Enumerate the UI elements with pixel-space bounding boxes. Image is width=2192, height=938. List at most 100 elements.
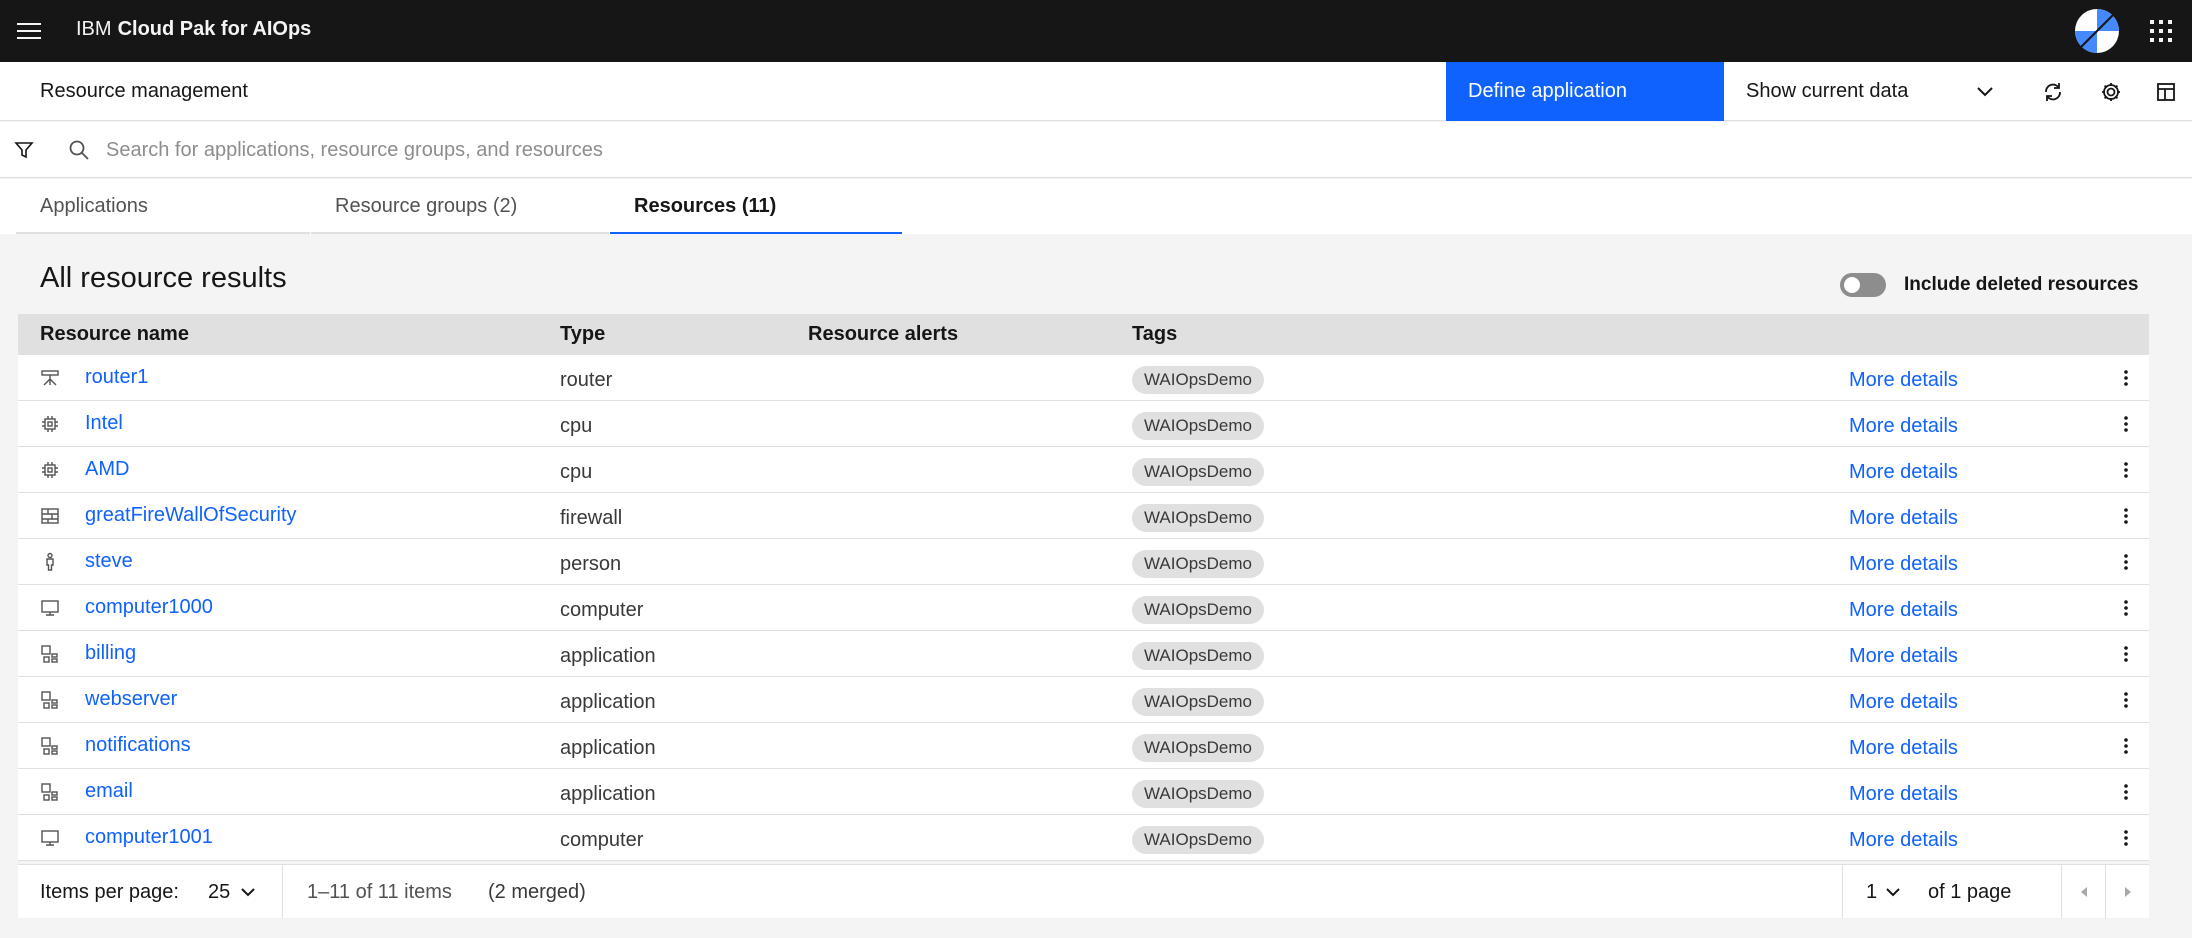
more-details-link[interactable]: More details bbox=[1849, 447, 1958, 497]
tag-chip[interactable]: WAIOpsDemo bbox=[1132, 458, 1265, 486]
layout-button[interactable] bbox=[2140, 62, 2192, 121]
column-header-alerts[interactable]: Resource alerts bbox=[808, 314, 958, 355]
more-details-link[interactable]: More details bbox=[1849, 493, 1958, 543]
overflow-menu-button[interactable] bbox=[2108, 631, 2144, 677]
hamburger-menu-button[interactable] bbox=[0, 0, 58, 62]
tag-chip[interactable]: WAIOpsDemo bbox=[1132, 412, 1265, 440]
overflow-menu-button[interactable] bbox=[2108, 677, 2144, 723]
monitor-icon bbox=[40, 585, 60, 631]
more-details-link[interactable]: More details bbox=[1849, 539, 1958, 589]
more-details-link[interactable]: More details bbox=[1849, 677, 1958, 727]
refresh-icon bbox=[2045, 82, 2061, 101]
resource-name-link[interactable]: computer1001 bbox=[85, 815, 213, 859]
tag-chip[interactable]: WAIOpsDemo bbox=[1132, 366, 1265, 394]
more-details-link[interactable]: More details bbox=[1849, 401, 1958, 451]
overflow-menu-button[interactable] bbox=[2108, 815, 2144, 861]
tag-chip[interactable]: WAIOpsDemo bbox=[1132, 596, 1265, 624]
resource-name-link[interactable]: router1 bbox=[85, 355, 148, 399]
resource-type: computer bbox=[560, 829, 644, 851]
overflow-menu-icon bbox=[2123, 461, 2129, 479]
overflow-menu-button[interactable] bbox=[2108, 539, 2144, 585]
tag-chip[interactable]: WAIOpsDemo bbox=[1132, 688, 1265, 716]
include-deleted-toggle[interactable]: Include deleted resources bbox=[1840, 270, 2138, 300]
items-per-page-select[interactable]: 25 bbox=[208, 865, 256, 919]
resource-name-link[interactable]: greatFireWallOfSecurity bbox=[85, 493, 297, 537]
resource-type: application bbox=[560, 645, 656, 667]
data-view-value: Show current data bbox=[1746, 80, 1909, 102]
items-per-page-value: 25 bbox=[208, 881, 231, 903]
resource-type: person bbox=[560, 553, 622, 575]
table-row: email application WAIOpsDemo More details bbox=[18, 769, 2149, 815]
more-details-link[interactable]: More details bbox=[1849, 769, 1958, 819]
overflow-menu-button[interactable] bbox=[2108, 355, 2144, 401]
tag-chip[interactable]: WAIOpsDemo bbox=[1132, 504, 1265, 532]
tag-chip[interactable]: WAIOpsDemo bbox=[1132, 642, 1265, 670]
tab-resource-groups[interactable]: Resource groups (2) bbox=[311, 179, 609, 234]
overflow-menu-icon bbox=[2123, 691, 2129, 709]
tag-chip[interactable]: WAIOpsDemo bbox=[1132, 550, 1265, 578]
tab-applications[interactable]: Applications bbox=[16, 179, 310, 234]
page-header: Resource management Define application S… bbox=[0, 62, 2192, 121]
refresh-button[interactable] bbox=[2024, 62, 2082, 121]
define-application-button[interactable]: Define application bbox=[1446, 62, 1724, 121]
more-details-link[interactable]: More details bbox=[1849, 815, 1958, 865]
more-details-link[interactable]: More details bbox=[1849, 723, 1958, 773]
resource-name-link[interactable]: Intel bbox=[85, 401, 123, 445]
resource-name-link[interactable]: email bbox=[85, 769, 133, 813]
total-pages: of 1 page bbox=[1928, 881, 2012, 903]
resource-name-link[interactable]: webserver bbox=[85, 677, 177, 721]
column-header-tags[interactable]: Tags bbox=[1132, 314, 1177, 355]
overflow-menu-button[interactable] bbox=[2108, 401, 2144, 447]
resource-name-link[interactable]: billing bbox=[85, 631, 136, 675]
resource-type: router bbox=[560, 369, 613, 391]
settings-button[interactable] bbox=[2082, 62, 2140, 121]
table-row: notifications application WAIOpsDemo More d… bbox=[18, 723, 2149, 769]
resource-type: cpu bbox=[560, 415, 593, 437]
page-number-value: 1 bbox=[1866, 881, 1878, 903]
search-bar bbox=[0, 122, 2192, 178]
shell-header: IBM Cloud Pak for AIOps bbox=[0, 0, 2192, 62]
tab-resources[interactable]: Resources (11) bbox=[610, 179, 902, 234]
resource-name-link[interactable]: AMD bbox=[85, 447, 129, 491]
next-page-button[interactable] bbox=[2106, 865, 2149, 919]
toggle-switch[interactable] bbox=[1840, 273, 1886, 297]
user-avatar-button[interactable] bbox=[2066, 0, 2128, 62]
application-icon bbox=[40, 631, 60, 677]
page-number-select[interactable]: 1 bbox=[1866, 865, 1901, 919]
product-name[interactable]: IBM Cloud Pak for AIOps bbox=[76, 0, 311, 62]
resource-name-link[interactable]: notifications bbox=[85, 723, 191, 767]
search-icon bbox=[68, 122, 90, 178]
overflow-menu-button[interactable] bbox=[2108, 723, 2144, 769]
overflow-menu-icon bbox=[2123, 415, 2129, 433]
application-icon bbox=[40, 769, 60, 815]
person-icon bbox=[40, 539, 60, 585]
more-details-link[interactable]: More details bbox=[1849, 355, 1958, 405]
search-input[interactable] bbox=[106, 130, 2006, 170]
overflow-menu-icon bbox=[2123, 553, 2129, 571]
column-header-type[interactable]: Type bbox=[560, 314, 605, 355]
resource-name-link[interactable]: steve bbox=[85, 539, 133, 583]
resource-type: application bbox=[560, 737, 656, 759]
column-header-name[interactable]: Resource name bbox=[40, 314, 189, 355]
more-details-link[interactable]: More details bbox=[1849, 631, 1958, 681]
tag-chip[interactable]: WAIOpsDemo bbox=[1132, 734, 1265, 762]
previous-page-button[interactable] bbox=[2062, 865, 2105, 919]
hamburger-icon bbox=[17, 23, 41, 39]
overflow-menu-button[interactable] bbox=[2108, 585, 2144, 631]
filter-button[interactable] bbox=[0, 122, 48, 178]
chevron-down-icon bbox=[1976, 62, 1994, 121]
table-row: steve person WAIOpsDemo More details bbox=[18, 539, 2149, 585]
resource-name-link[interactable]: computer1000 bbox=[85, 585, 213, 629]
overflow-menu-button[interactable] bbox=[2108, 447, 2144, 493]
data-view-dropdown[interactable]: Show current data bbox=[1724, 62, 2010, 121]
overflow-menu-button[interactable] bbox=[2108, 769, 2144, 815]
overflow-menu-icon bbox=[2123, 829, 2129, 847]
more-details-link[interactable]: More details bbox=[1849, 585, 1958, 635]
tag-chip[interactable]: WAIOpsDemo bbox=[1132, 780, 1265, 808]
toggle-knob bbox=[1844, 277, 1860, 293]
app-switcher-button[interactable] bbox=[2130, 0, 2192, 62]
tag-chip[interactable]: WAIOpsDemo bbox=[1132, 826, 1265, 854]
chevron-down-icon bbox=[1886, 888, 1900, 897]
avatar-icon bbox=[2075, 9, 2119, 53]
overflow-menu-button[interactable] bbox=[2108, 493, 2144, 539]
